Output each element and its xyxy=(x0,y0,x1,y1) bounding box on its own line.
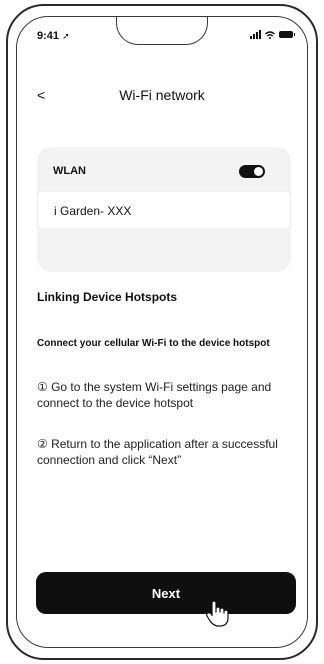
wifi-icon xyxy=(265,30,275,39)
phone-screen: 9:41 ➚ < Wi-Fi network WLAN i Garden- XX… xyxy=(16,16,308,648)
status-time: 9:41 ➚ xyxy=(37,30,70,42)
battery-icon xyxy=(279,31,295,38)
cellular-signal-icon xyxy=(250,30,261,39)
location-arrow-icon: ➚ xyxy=(62,31,70,41)
next-button-label: Next xyxy=(151,585,181,601)
page-title: Wi-Fi network xyxy=(119,87,205,103)
next-button[interactable]: Next xyxy=(36,572,296,614)
instruction-text: Connect your cellular Wi-Fi to the devic… xyxy=(37,338,270,349)
hand-pointer-icon xyxy=(206,600,229,627)
network-item[interactable]: i Garden- XXX xyxy=(37,191,291,229)
toggle-knob xyxy=(254,167,263,176)
section-heading: Linking Device Hotspots xyxy=(37,290,178,304)
step-1-text: ① Go to the system Wi-Fi settings page a… xyxy=(37,380,272,410)
status-time-text: 9:41 xyxy=(37,30,60,42)
network-name: i Garden- XXX xyxy=(54,204,132,218)
step-2-text: ② Return to the application after a succ… xyxy=(37,437,278,467)
notch xyxy=(116,17,208,45)
wlan-card: WLAN i Garden- XXX xyxy=(37,147,291,272)
wlan-label: WLAN xyxy=(53,165,86,177)
wlan-toggle[interactable] xyxy=(239,165,265,178)
status-icons xyxy=(250,30,295,39)
